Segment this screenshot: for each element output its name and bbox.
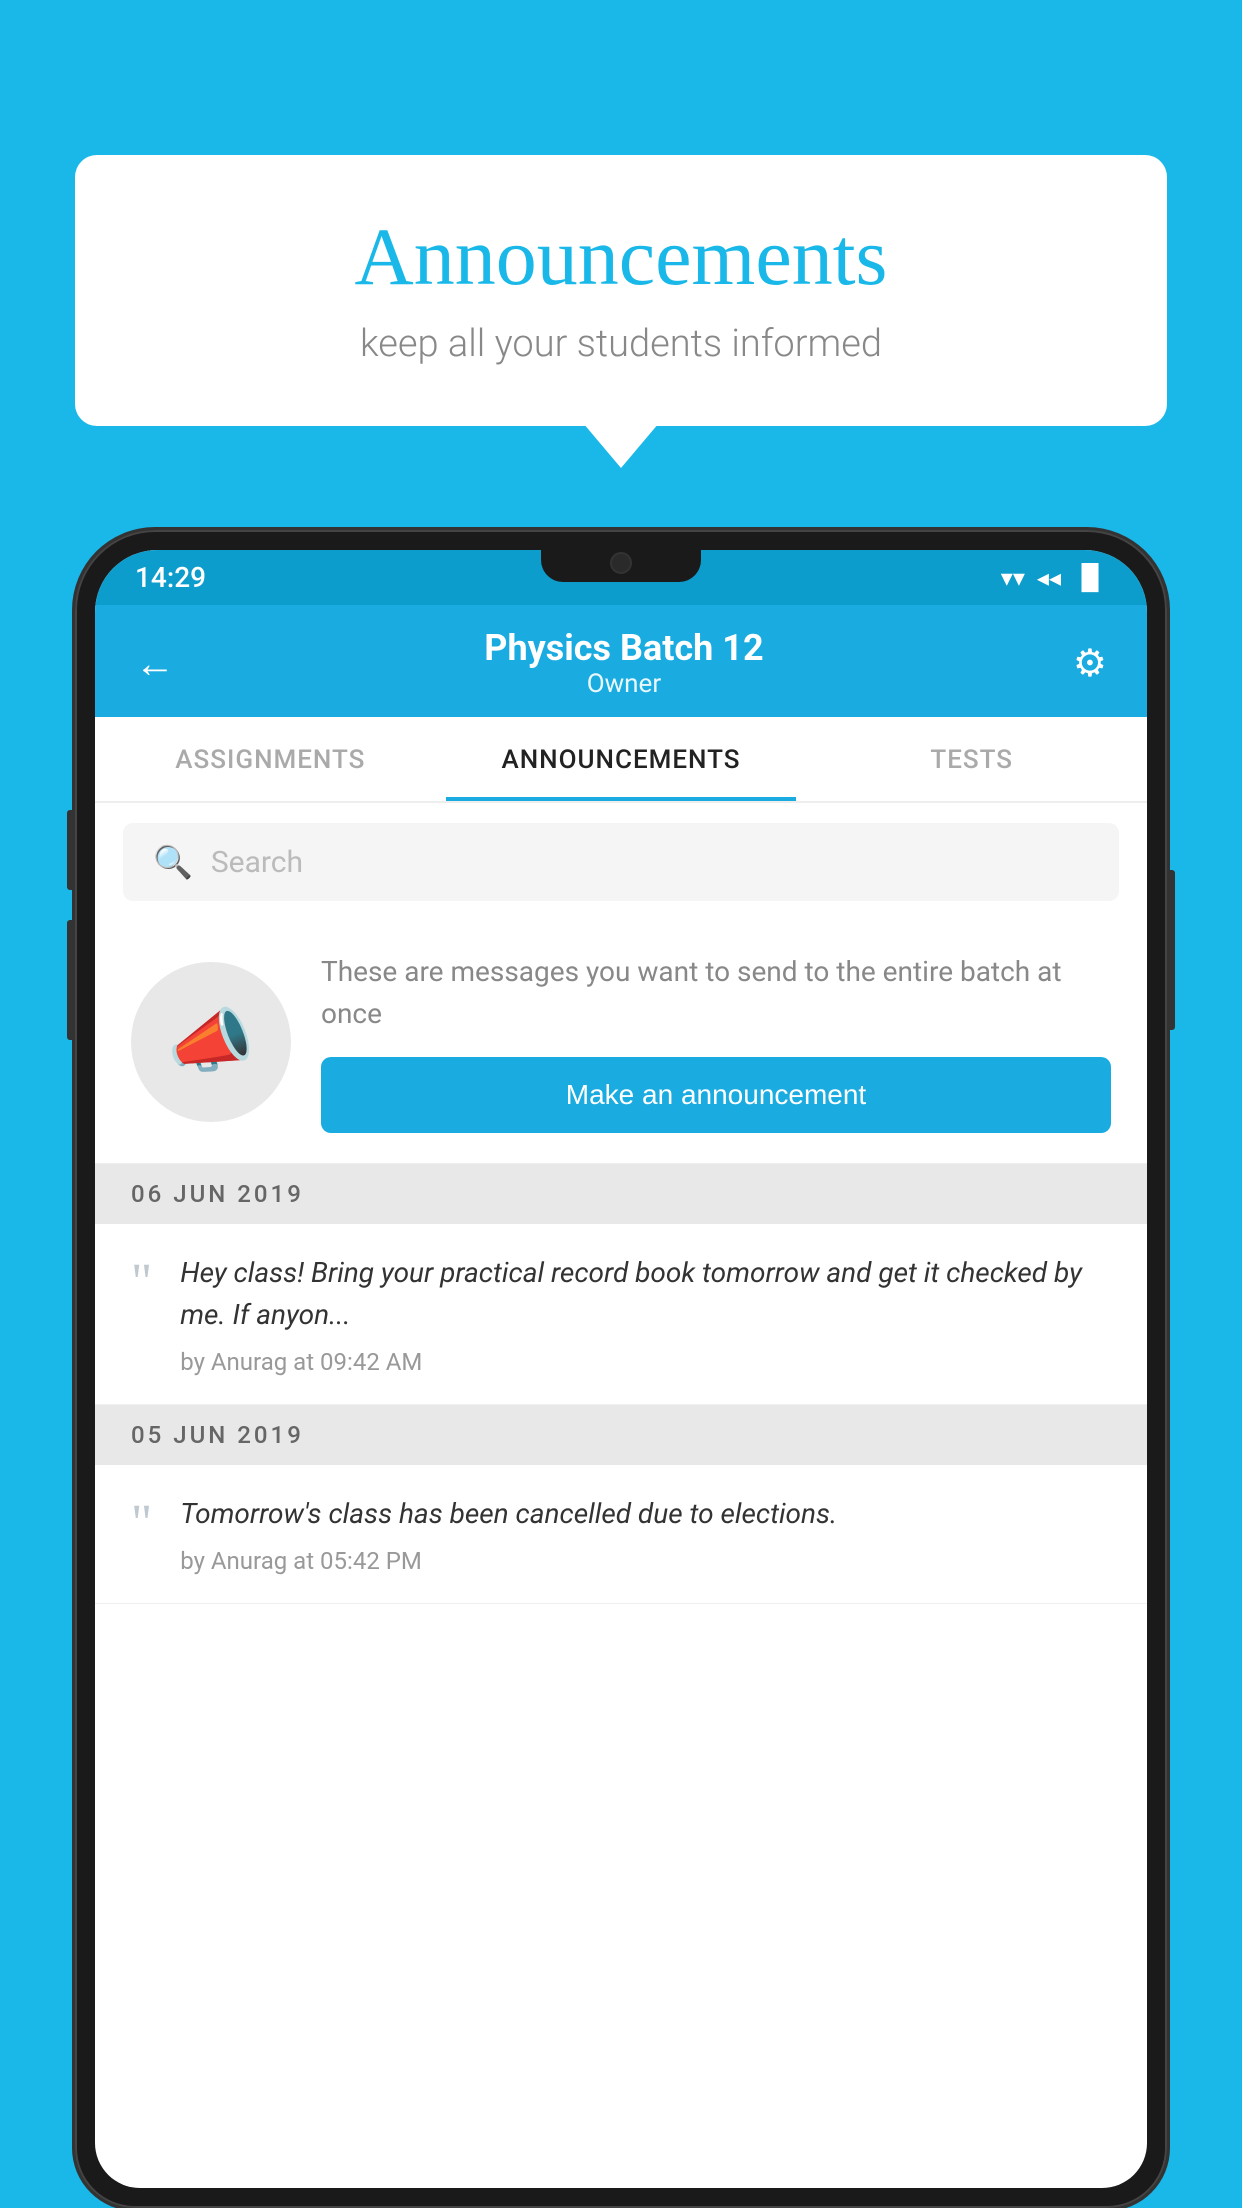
make-announcement-button[interactable]: Make an announcement [321,1057,1111,1133]
speech-bubble-subtitle: keep all your students informed [135,322,1107,366]
header-subtitle: Owner [484,669,763,699]
phone-screen: 14:29 ▾▾ ◂◂ ▐▌ ← Physics Batch 12 Owner … [95,550,1147,2188]
wifi-icon: ▾▾ [1001,564,1025,592]
date-separator-1-text: 06 JUN 2019 [131,1180,304,1208]
batch-title: Physics Batch 12 [484,627,763,669]
announcement-content-2: Tomorrow's class has been cancelled due … [180,1493,1111,1575]
status-icons: ▾▾ ◂◂ ▐▌ [1001,563,1107,592]
phone-button-right [1167,870,1175,1030]
date-separator-1: 06 JUN 2019 [95,1164,1147,1224]
battery-icon: ▐▌ [1073,563,1107,592]
phone-camera [610,552,632,574]
phone-frame: 14:29 ▾▾ ◂◂ ▐▌ ← Physics Batch 12 Owner … [75,530,1167,2208]
app-header: ← Physics Batch 12 Owner ⚙ [95,605,1147,717]
announcement-item-2[interactable]: " Tomorrow's class has been cancelled du… [95,1465,1147,1604]
search-icon: 🔍 [153,843,193,881]
header-title-area: Physics Batch 12 Owner [484,627,763,699]
announcement-icon-circle: 📣 [131,962,291,1122]
quote-icon-2: " [131,1498,152,1550]
quote-icon-1: " [131,1257,152,1309]
announcement-prompt-right: These are messages you want to send to t… [321,951,1111,1133]
tabs-bar: ASSIGNMENTS ANNOUNCEMENTS TESTS [95,717,1147,803]
announcement-prompt: 📣 These are messages you want to send to… [95,921,1147,1164]
announcement-content-1: Hey class! Bring your practical record b… [180,1252,1111,1376]
search-bar[interactable]: 🔍 Search [123,823,1119,901]
signal-icon: ◂◂ [1037,564,1061,592]
status-time: 14:29 [135,561,206,594]
date-separator-2-text: 05 JUN 2019 [131,1421,304,1449]
settings-icon[interactable]: ⚙ [1073,641,1107,686]
announcement-text-1: Hey class! Bring your practical record b… [180,1252,1111,1336]
announcement-meta-2: by Anurag at 05:42 PM [180,1547,422,1575]
tab-assignments[interactable]: ASSIGNMENTS [95,717,446,801]
announcement-text-2: Tomorrow's class has been cancelled due … [180,1493,1111,1535]
announcement-item-1[interactable]: " Hey class! Bring your practical record… [95,1224,1147,1405]
phone-button-volume [67,920,75,1040]
speech-bubble: Announcements keep all your students inf… [75,155,1167,426]
search-placeholder: Search [211,845,303,880]
tab-tests[interactable]: TESTS [796,717,1147,801]
announcement-meta-1: by Anurag at 09:42 AM [180,1348,422,1376]
tab-announcements[interactable]: ANNOUNCEMENTS [446,717,797,801]
speech-bubble-container: Announcements keep all your students inf… [75,155,1167,426]
phone-button-left [67,810,75,890]
announcement-description: These are messages you want to send to t… [321,951,1111,1035]
search-container: 🔍 Search [95,803,1147,921]
speech-bubble-title: Announcements [135,210,1107,304]
back-button[interactable]: ← [135,640,175,687]
date-separator-2: 05 JUN 2019 [95,1405,1147,1465]
megaphone-icon: 📣 [167,1001,254,1083]
